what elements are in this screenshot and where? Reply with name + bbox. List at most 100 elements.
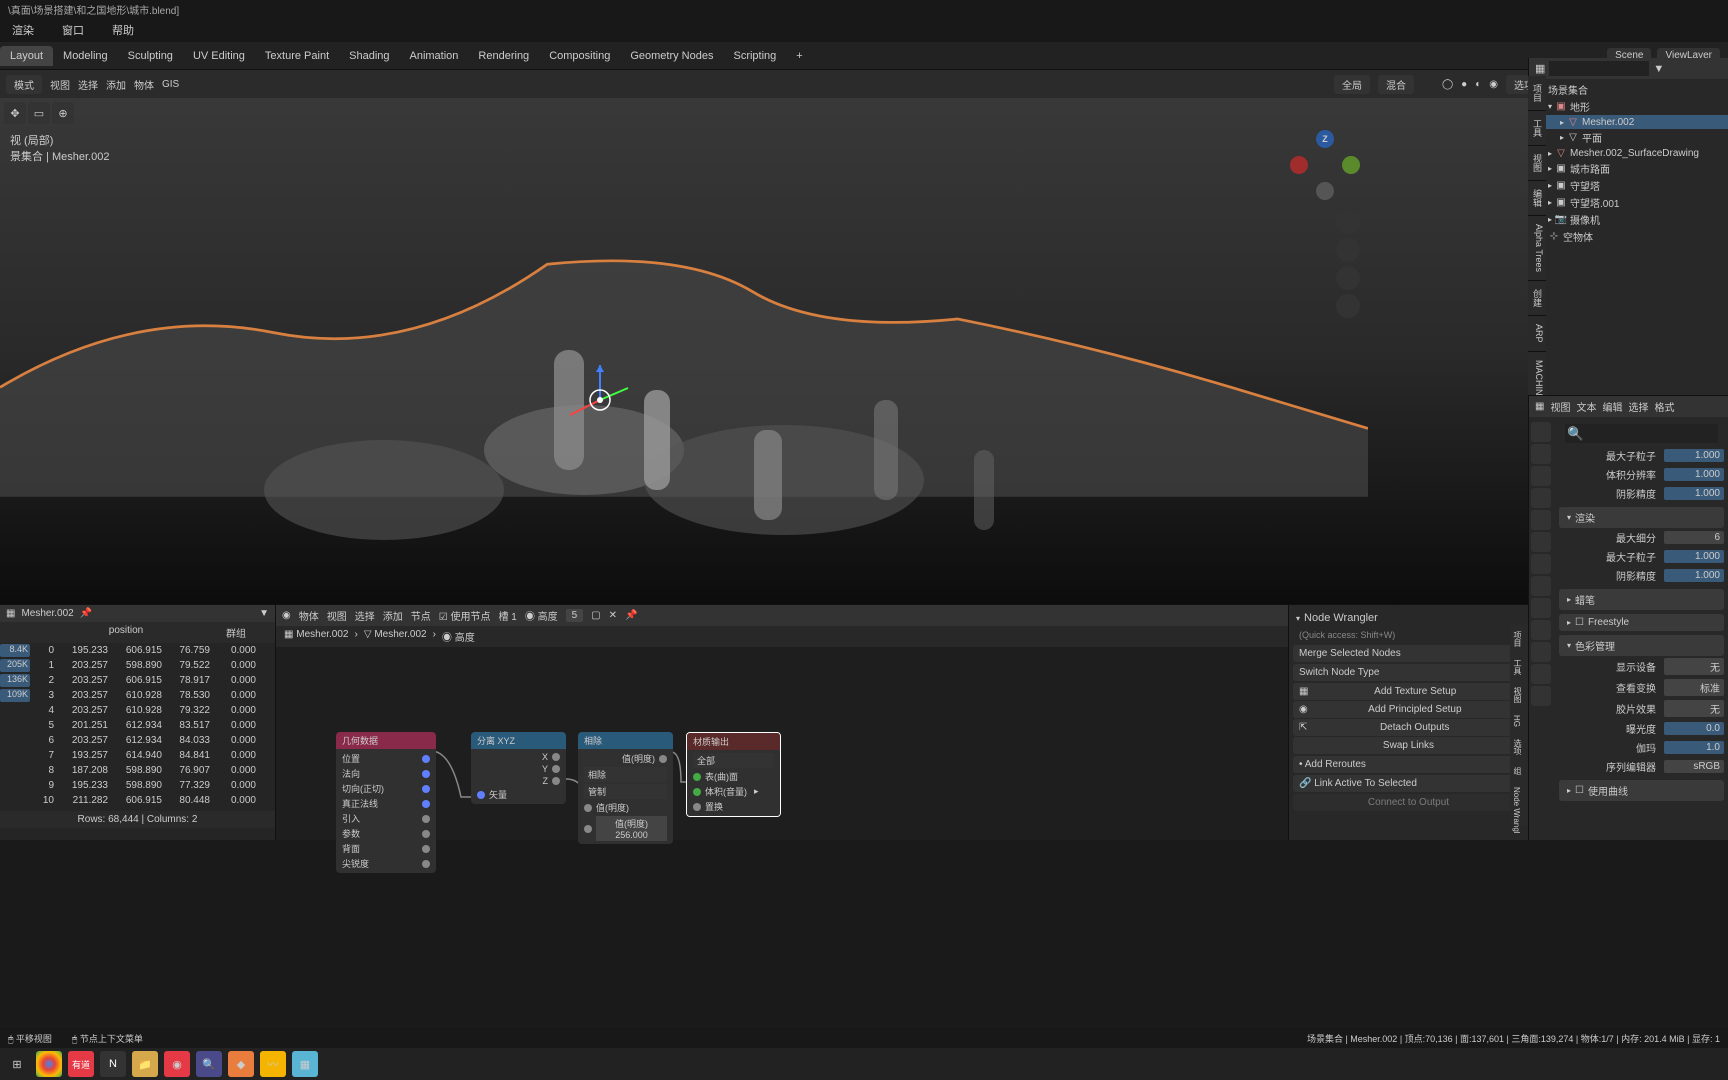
object-tab-icon[interactable] (1531, 532, 1551, 552)
table-row[interactable]: 9195.233598.89077.3290.000 (0, 778, 275, 793)
tab-view[interactable]: 视图 (1550, 399, 1570, 414)
table-row[interactable]: 136K2203.257606.91578.9170.000 (0, 673, 275, 688)
sequencer-field[interactable]: sRGB (1664, 760, 1724, 773)
menu-gis[interactable]: GIS (162, 79, 179, 90)
tab-hg[interactable]: HG (1510, 709, 1523, 733)
physics-tab-icon[interactable] (1531, 598, 1551, 618)
output-socket[interactable] (659, 755, 667, 763)
texture-tab-icon[interactable] (1531, 686, 1551, 706)
table-row[interactable]: 4203.257610.92879.3220.000 (0, 703, 275, 718)
input-socket[interactable] (584, 825, 592, 833)
cursor-tool-icon[interactable]: ✥ (4, 102, 26, 124)
col-position[interactable]: position (46, 625, 206, 640)
col-group[interactable]: 群组 (206, 625, 266, 640)
menu-render[interactable]: 渲染 (4, 20, 42, 40)
tab-tool[interactable]: 工具 (1528, 111, 1546, 146)
constraint-tab-icon[interactable] (1531, 620, 1551, 640)
node-canvas[interactable]: 几何数据 位置 法向 切向(正切) 真正法线 引入 参数 背面 尖锐度 分离 X… (276, 647, 1288, 827)
table-row[interactable]: 109K3203.257610.92878.5300.000 (0, 688, 275, 703)
table-row[interactable]: 8187.208598.89076.9070.000 (0, 763, 275, 778)
modifier-tab-icon[interactable] (1531, 554, 1551, 574)
crumb-object[interactable]: ▦ Mesher.002 (284, 629, 349, 644)
tab-animation[interactable]: Animation (400, 46, 469, 66)
material-output-node[interactable]: 材质输出 全部 表(曲)面 体积(音量)▸ 置换 (686, 732, 781, 817)
3d-viewport[interactable]: 模式 视图 选择 添加 物体 GIS 全局 混合 ◯ ● ◐ ◉ 选项 ✥ ▭ … (0, 70, 1548, 626)
navigation-gizmo[interactable]: Z (1290, 130, 1360, 200)
connect-output-button[interactable]: Connect to Output (1293, 794, 1524, 811)
merge-dropdown[interactable]: Merge Selected Nodes (1293, 645, 1524, 662)
tab-texture[interactable]: Texture Paint (255, 46, 339, 66)
output-socket[interactable] (422, 800, 430, 808)
render-particle-field[interactable]: 1.000 (1664, 550, 1724, 563)
tree-item[interactable]: ▣守望塔 (1529, 177, 1728, 194)
tab-item[interactable]: 项目 (1528, 76, 1546, 111)
tab-select[interactable]: 选择 (1628, 399, 1648, 414)
spreadsheet-object[interactable]: Mesher.002 (21, 608, 73, 619)
tab-geonodes[interactable]: Geometry Nodes (620, 46, 723, 66)
menu-view[interactable]: 视图 (50, 77, 70, 92)
menu-window[interactable]: 窗口 (54, 20, 92, 40)
tree-item[interactable]: 📷摄像机 (1529, 211, 1728, 228)
app-icon[interactable]: 有道 (68, 1051, 94, 1077)
display-device-field[interactable]: 无 (1664, 658, 1724, 675)
tab-rendering[interactable]: Rendering (468, 46, 539, 66)
grease-section-header[interactable]: 蜡笔 (1559, 589, 1724, 610)
tree-item[interactable]: ▣守望塔.001 (1529, 194, 1728, 211)
menu-view[interactable]: 视图 (327, 608, 347, 623)
film-effect-field[interactable]: 无 (1664, 700, 1724, 717)
output-socket[interactable] (422, 830, 430, 838)
props-type-icon[interactable]: ▦ (1535, 401, 1544, 412)
menu-add[interactable]: 添加 (106, 77, 126, 92)
render-section-header[interactable]: 渲染 (1559, 507, 1724, 528)
tab-compositing[interactable]: Compositing (539, 46, 620, 66)
gamma-field[interactable]: 1.0 (1664, 741, 1724, 754)
input-socket[interactable] (477, 791, 485, 799)
max-subdiv-field[interactable]: 6 (1664, 531, 1724, 544)
slot-selector[interactable]: 槽 1 (498, 608, 516, 623)
add-texture-button[interactable]: ▦Add Texture Setup (1293, 683, 1524, 700)
color-section-header[interactable]: 色彩管理 (1559, 635, 1724, 656)
tab-view[interactable]: 视图 (1528, 146, 1546, 181)
view-tab-icon[interactable] (1531, 466, 1551, 486)
users-count[interactable]: 5 (566, 609, 584, 622)
tab-format[interactable]: 格式 (1654, 399, 1674, 414)
add-workspace-button[interactable]: + (786, 46, 812, 66)
table-row[interactable]: 6203.257612.93484.0330.000 (0, 733, 275, 748)
app-icon-4[interactable]: ▦ (292, 1051, 318, 1077)
tab-text[interactable]: 文本 (1576, 399, 1596, 414)
chrome-icon[interactable] (36, 1051, 62, 1077)
output-socket[interactable] (552, 777, 560, 785)
freestyle-section-header[interactable]: ☐ Freestyle (1559, 614, 1724, 631)
output-socket[interactable] (422, 785, 430, 793)
reroutes-dropdown[interactable]: • Add Reroutes (1293, 756, 1524, 773)
particle-max-field[interactable]: 1.000 (1664, 449, 1724, 462)
tab-edit[interactable]: 编辑 (1602, 399, 1622, 414)
input-socket[interactable] (693, 803, 701, 811)
table-row[interactable]: 10211.282606.91580.4480.000 (0, 793, 275, 808)
target-dropdown[interactable]: 全部 (693, 753, 774, 768)
node-header[interactable]: 几何数据 (336, 732, 436, 749)
tab-edit[interactable]: 编辑 (1528, 181, 1546, 216)
editor-type-icon[interactable]: ◉ (282, 610, 291, 621)
tree-item[interactable]: ▣城市路面 (1529, 160, 1728, 177)
math-node[interactable]: 相除 值(明度) 相除 管制 值(明度) 值(明度) 256.000 (578, 732, 673, 844)
outliner-type-icon[interactable]: ▦ (1535, 62, 1545, 75)
shading-material-icon[interactable]: ◐ (1475, 79, 1481, 90)
tree-item[interactable]: ⊹空物体 (1529, 228, 1728, 245)
material-tab-icon[interactable] (1531, 664, 1551, 684)
tab-modeling[interactable]: Modeling (53, 46, 118, 66)
curves-section-header[interactable]: ☐ 使用曲线 (1559, 780, 1724, 801)
tree-item[interactable]: ▽平面 (1529, 129, 1728, 146)
menu-object[interactable]: 物体 (134, 77, 154, 92)
shading-rendered-icon[interactable]: ◉ (1489, 79, 1498, 90)
tab-nwrangler[interactable]: Node Wrangl (1510, 781, 1523, 840)
input-socket[interactable] (693, 773, 701, 781)
menu-select[interactable]: 选择 (355, 608, 375, 623)
shading-wireframe-icon[interactable]: ◯ (1442, 79, 1453, 90)
select-tool-icon[interactable]: ▭ (28, 102, 50, 124)
node-header[interactable]: 相除 (578, 732, 673, 749)
input-socket[interactable] (584, 804, 592, 812)
tab-create[interactable]: 创建 (1528, 281, 1546, 316)
table-row[interactable]: 5201.251612.93483.5170.000 (0, 718, 275, 733)
tab-item[interactable]: 项目 (1510, 625, 1525, 653)
